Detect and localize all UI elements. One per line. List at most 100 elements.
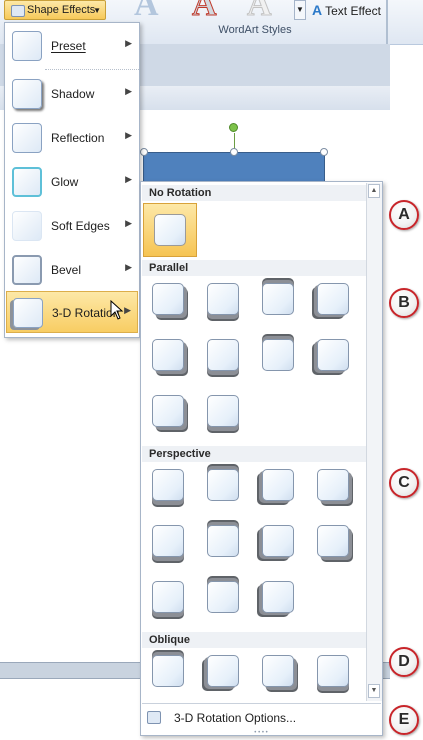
rotation-handle[interactable] [229, 123, 238, 132]
rotation-thumbnail [317, 339, 349, 371]
menu-item-label: Preset [51, 39, 86, 53]
preset-icon [12, 31, 42, 61]
menu-item-label: Soft Edges [51, 219, 110, 233]
rotation-thumbnail [207, 469, 239, 501]
menu-item-glow[interactable]: Glow ▶ [6, 161, 138, 203]
rotation-option-no-rotation[interactable] [143, 203, 197, 257]
rotation-option-parallel[interactable] [201, 278, 243, 320]
shadow-icon [12, 79, 42, 109]
menu-item-soft-edges[interactable]: Soft Edges ▶ [6, 205, 138, 247]
menu-item-shadow[interactable]: Shadow ▶ [6, 73, 138, 115]
reflection-icon [12, 123, 42, 153]
rotation-option-parallel[interactable] [201, 334, 243, 376]
callout-a: A [389, 200, 419, 230]
rotation-option-perspective[interactable] [146, 576, 188, 618]
soft-edges-icon [12, 211, 42, 241]
text-effects-label: Text Effect [325, 4, 381, 18]
rotation-thumbnail [262, 581, 294, 613]
rotation-thumbnail [152, 469, 184, 501]
chevron-right-icon: ▶ [125, 218, 132, 228]
chevron-right-icon: ▶ [125, 38, 132, 48]
shape-effects-button[interactable]: Shape Effects ▼ [4, 0, 106, 20]
rotation-thumbnail [152, 395, 184, 427]
resize-handle[interactable] [140, 148, 148, 156]
rotation-option-perspective[interactable] [311, 520, 353, 562]
rotation-thumbnail [317, 655, 349, 687]
rotation-option-oblique[interactable] [201, 650, 243, 692]
shape-effects-menu: Preset ▶ Shadow ▶ Reflection ▶ Glow ▶ So… [4, 22, 140, 338]
menu-item-preset[interactable]: Preset ▶ [6, 25, 138, 67]
rotation-thumbnail [152, 581, 184, 613]
bevel-icon [12, 255, 42, 285]
glow-icon [12, 167, 42, 197]
rotation-option-parallel[interactable] [311, 278, 353, 320]
rotation-thumbnail [262, 655, 294, 687]
rotation-option-perspective[interactable] [201, 464, 243, 506]
rotation-thumbnail [152, 339, 184, 371]
text-effects-button[interactable]: A Text Effect [312, 0, 392, 20]
callout-b: B [389, 288, 419, 318]
rotation-option-oblique[interactable] [256, 650, 298, 692]
rotation-thumbnail [317, 469, 349, 501]
resize-handle[interactable] [230, 148, 238, 156]
rotation-option-parallel[interactable] [256, 278, 298, 320]
rotation-thumbnail [317, 525, 349, 557]
wordart-style-2[interactable]: A [192, 0, 218, 24]
mouse-cursor-icon [110, 300, 124, 320]
callout-e: E [389, 705, 419, 735]
resize-grip-icon[interactable]: • • • • [241, 730, 281, 736]
wordart-style-3[interactable]: A [247, 0, 273, 24]
rotation-option-oblique[interactable] [311, 650, 353, 692]
rotation-thumbnail [207, 525, 239, 557]
rotation-thumbnail [152, 655, 184, 687]
rotation-option-parallel[interactable] [311, 334, 353, 376]
rotation-option-parallel[interactable] [146, 278, 188, 320]
scroll-down-icon[interactable]: ▼ [368, 684, 380, 698]
callout-d: D [389, 647, 419, 677]
rotation-option-oblique[interactable] [146, 650, 188, 692]
rotation-option-perspective[interactable] [311, 464, 353, 506]
rotation-thumbnail [262, 283, 294, 315]
rotation-option-perspective[interactable] [146, 464, 188, 506]
rotation-option-perspective[interactable] [201, 520, 243, 562]
rotation-option-perspective[interactable] [256, 576, 298, 618]
3d-rotation-options-label: 3-D Rotation Options... [174, 711, 297, 725]
wordart-group-label: WordArt Styles [218, 24, 292, 36]
gallery-scrollbar[interactable]: ▲ ▼ [366, 183, 382, 701]
rotation-thumbnail [152, 283, 184, 315]
menu-item-label: Shadow [51, 87, 95, 101]
resize-handle[interactable] [320, 148, 328, 156]
rotation-option-perspective[interactable] [146, 520, 188, 562]
rotation-option-parallel[interactable] [146, 390, 188, 432]
3d-rotation-options-item[interactable]: 3-D Rotation Options... [142, 703, 381, 732]
3d-rotation-gallery: No Rotation Parallel Perspective Oblique… [140, 181, 383, 736]
rotation-thumbnail [262, 469, 294, 501]
menu-item-reflection[interactable]: Reflection ▶ [6, 117, 138, 159]
menu-item-label: Bevel [51, 263, 82, 277]
rotation-thumbnail [262, 525, 294, 557]
dropdown-arrow-icon: ▼ [93, 6, 101, 15]
rotation-thumbnail [207, 581, 239, 613]
shape-effects-icon [11, 5, 25, 17]
scroll-up-icon[interactable]: ▲ [368, 184, 380, 198]
rotation-thumbnail [207, 395, 239, 427]
rotation-option-perspective[interactable] [256, 520, 298, 562]
3d-rotation-icon [13, 298, 43, 328]
chevron-right-icon: ▶ [124, 305, 131, 315]
wordart-more-button[interactable]: ▼ [294, 0, 306, 20]
rotation-option-perspective[interactable] [201, 576, 243, 618]
rotation-option-perspective[interactable] [256, 464, 298, 506]
shape-effects-label: Shape Effects [27, 4, 96, 16]
section-header-no-rotation: No Rotation [142, 185, 366, 201]
rotation-thumbnail [207, 339, 239, 371]
rotation-option-parallel[interactable] [256, 334, 298, 376]
rotation-option-parallel[interactable] [146, 334, 188, 376]
text-effects-icon: A [312, 2, 323, 18]
chevron-right-icon: ▶ [125, 86, 132, 96]
menu-item-bevel[interactable]: Bevel ▶ [6, 249, 138, 291]
wordart-style-1[interactable]: A [134, 0, 159, 24]
rotation-option-parallel[interactable] [201, 390, 243, 432]
callout-c: C [389, 468, 419, 498]
no-rotation-thumbnail [154, 214, 186, 246]
rotation-thumbnail [207, 655, 239, 687]
